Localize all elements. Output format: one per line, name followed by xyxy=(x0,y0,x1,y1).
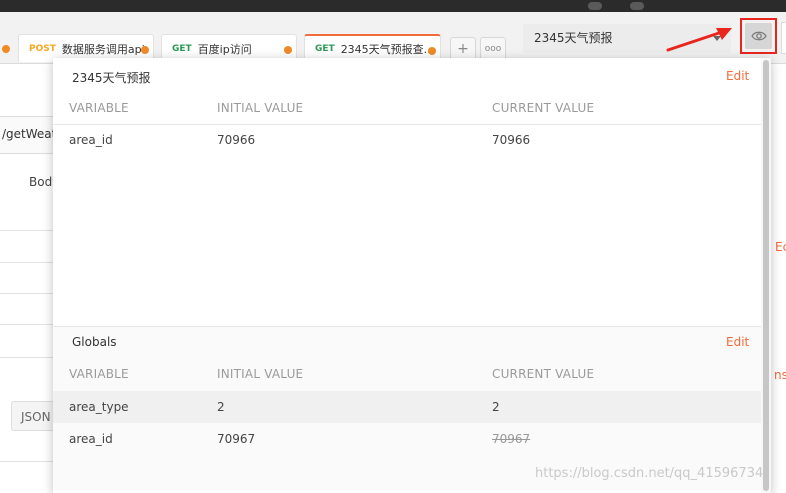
divider xyxy=(0,293,60,294)
column-header-current: CURRENT VALUE xyxy=(492,367,595,381)
initial-value: 70966 xyxy=(217,133,256,147)
globals-title: Globals xyxy=(72,335,117,349)
environment-title: 2345天气预报 xyxy=(72,71,151,85)
settings-button-fragment[interactable] xyxy=(781,22,786,54)
initial-value: 70967 xyxy=(217,432,256,446)
unsaved-dot xyxy=(284,46,292,54)
top-bar-control[interactable] xyxy=(588,2,602,10)
column-header-initial: INITIAL VALUE xyxy=(217,101,304,115)
edit-globals-link[interactable]: Edit xyxy=(726,335,749,349)
top-bar-control[interactable] xyxy=(630,2,644,10)
table-row: area_id 70966 70966 xyxy=(53,124,761,156)
watermark: https://blog.csdn.net/qq_41596734 xyxy=(535,466,764,481)
unsaved-dot xyxy=(428,47,436,55)
current-value: 70966 xyxy=(492,133,531,147)
initial-value: 2 xyxy=(217,400,225,414)
table-row: area_id 70967 70967 xyxy=(53,423,761,455)
column-header-current: CURRENT VALUE xyxy=(492,101,595,115)
unsaved-dot xyxy=(2,45,10,53)
column-header-variable: VARIABLE xyxy=(69,367,129,381)
variable-name: area_id xyxy=(69,432,113,446)
scrollbar-thumb[interactable] xyxy=(763,60,769,491)
table-row: area_type 2 2 xyxy=(53,391,761,423)
current-value-overridden: 70967 xyxy=(492,432,531,446)
divider xyxy=(0,461,60,462)
edit-link-fragment[interactable]: Ec xyxy=(775,240,786,254)
variable-name: area_id xyxy=(69,133,113,147)
method-label: POST xyxy=(29,43,56,54)
environment-quick-look-button[interactable] xyxy=(740,18,777,54)
link-fragment[interactable]: ns xyxy=(774,368,786,382)
annotation-arrow-icon xyxy=(666,28,732,52)
tab-title: 数据服务调用api xyxy=(61,42,145,56)
environment-select-value: 2345天气预报 xyxy=(534,31,613,45)
column-header-initial: INITIAL VALUE xyxy=(217,367,304,381)
eye-icon xyxy=(745,23,772,49)
divider xyxy=(0,262,60,263)
method-label: GET xyxy=(315,44,335,54)
column-header-variable: VARIABLE xyxy=(69,101,129,115)
url-input[interactable]: /getWeath xyxy=(0,116,64,154)
current-value: 2 xyxy=(492,400,500,414)
variable-name: area_type xyxy=(69,400,129,414)
json-format-button[interactable]: JSON xyxy=(11,401,55,431)
method-label: GET xyxy=(172,43,192,54)
environment-quick-look-popover: 2345天气预报 Edit VARIABLE INITIAL VALUE CUR… xyxy=(53,58,771,493)
tab-title: 百度ip访问 xyxy=(197,42,252,56)
divider xyxy=(0,324,60,325)
divider xyxy=(0,230,60,231)
tab-title: 2345天气预报查... xyxy=(340,43,435,56)
popover-scrollbar[interactable] xyxy=(761,58,771,493)
divider xyxy=(0,357,60,358)
unsaved-dot xyxy=(141,46,149,54)
window-top-bar xyxy=(0,0,786,12)
edit-environment-link[interactable]: Edit xyxy=(726,69,749,83)
